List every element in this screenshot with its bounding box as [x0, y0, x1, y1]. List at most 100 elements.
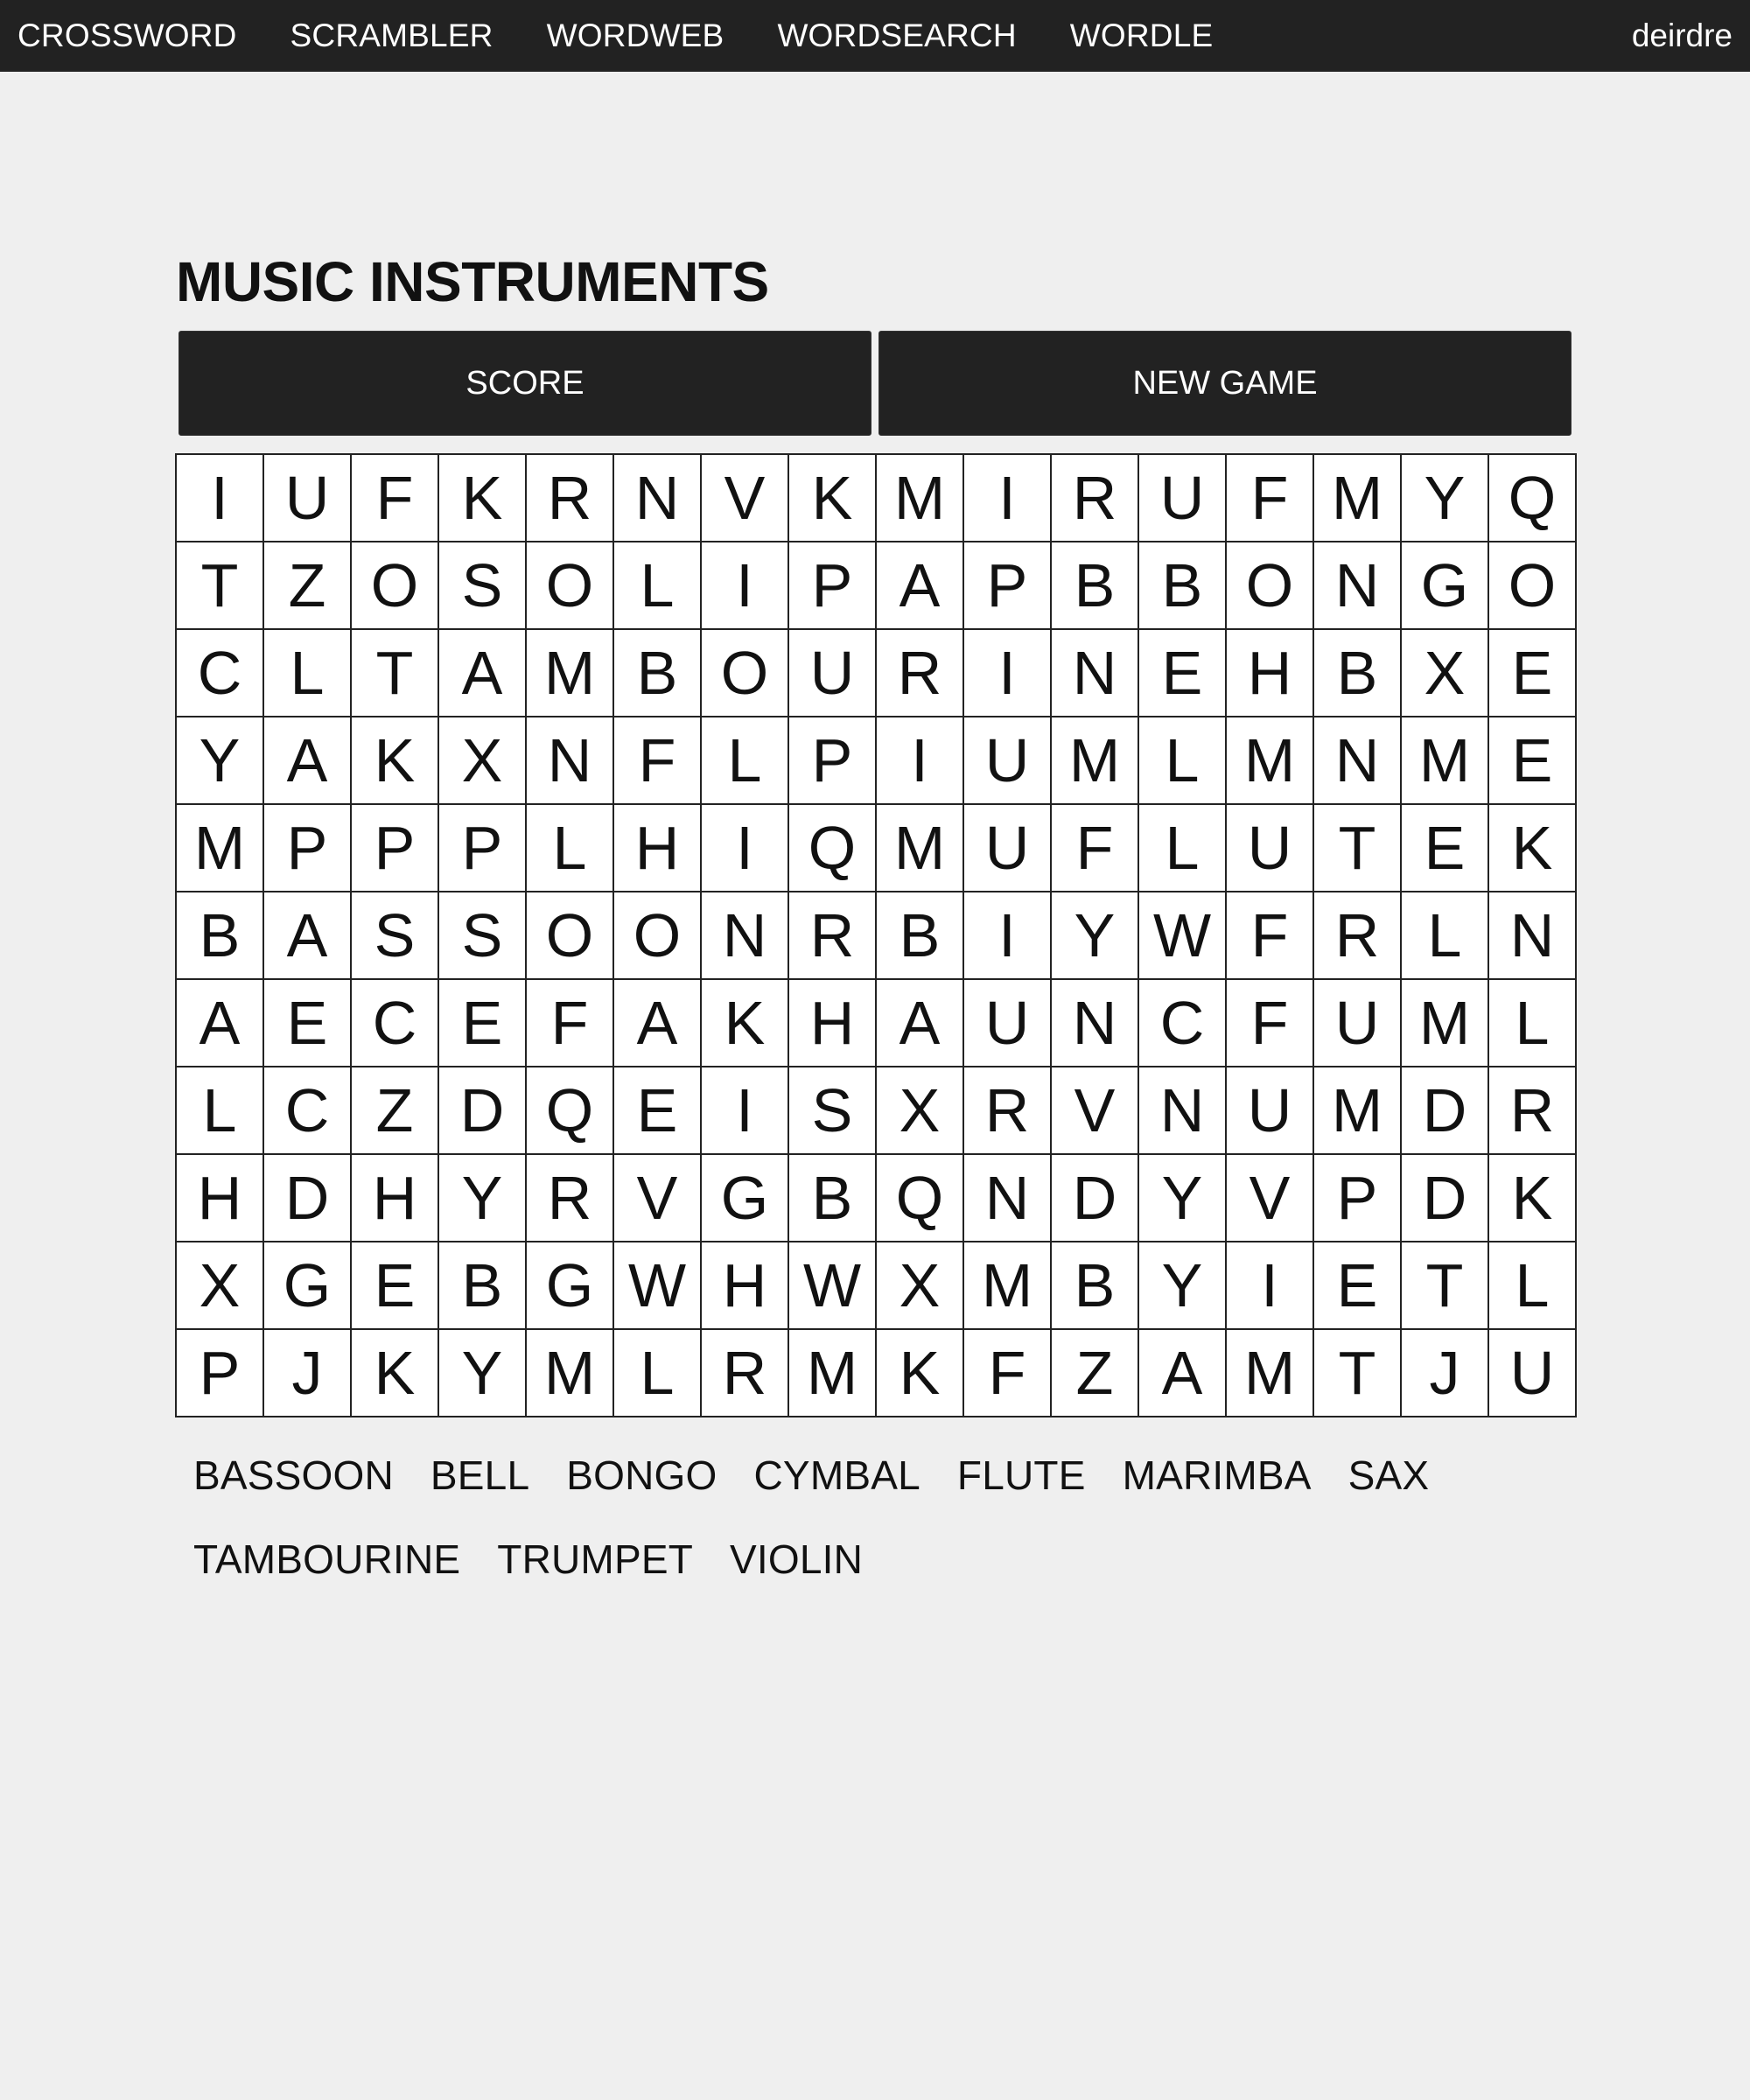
grid-cell[interactable]: O [527, 542, 614, 630]
grid-cell[interactable]: F [352, 455, 439, 542]
grid-cell[interactable]: M [964, 1242, 1052, 1330]
grid-cell[interactable]: P [264, 805, 352, 892]
grid-cell[interactable]: M [1402, 718, 1489, 805]
grid-cell[interactable]: B [1052, 542, 1139, 630]
grid-cell[interactable]: D [1402, 1068, 1489, 1155]
grid-cell[interactable]: R [527, 1155, 614, 1242]
grid-cell[interactable]: M [1227, 1330, 1314, 1418]
grid-cell[interactable]: U [789, 630, 877, 718]
grid-cell[interactable]: K [352, 1330, 439, 1418]
grid-cell[interactable]: V [614, 1155, 702, 1242]
grid-cell[interactable]: M [1402, 980, 1489, 1068]
grid-cell[interactable]: S [439, 892, 527, 980]
grid-cell[interactable]: U [964, 980, 1052, 1068]
grid-cell[interactable]: U [1139, 455, 1227, 542]
grid-cell[interactable]: R [964, 1068, 1052, 1155]
grid-cell[interactable]: R [1489, 1068, 1577, 1155]
grid-cell[interactable]: I [964, 455, 1052, 542]
grid-cell[interactable]: I [702, 1068, 789, 1155]
grid-cell[interactable]: L [527, 805, 614, 892]
grid-cell[interactable]: O [614, 892, 702, 980]
grid-cell[interactable]: F [964, 1330, 1052, 1418]
grid-cell[interactable]: E [1402, 805, 1489, 892]
grid-cell[interactable]: F [614, 718, 702, 805]
grid-cell[interactable]: P [439, 805, 527, 892]
grid-cell[interactable]: O [1227, 542, 1314, 630]
grid-cell[interactable]: L [1139, 718, 1227, 805]
grid-cell[interactable]: R [789, 892, 877, 980]
grid-cell[interactable]: W [1139, 892, 1227, 980]
grid-cell[interactable]: M [1052, 718, 1139, 805]
grid-cell[interactable]: D [1052, 1155, 1139, 1242]
grid-cell[interactable]: V [702, 455, 789, 542]
grid-cell[interactable]: Y [1139, 1155, 1227, 1242]
grid-cell[interactable]: S [789, 1068, 877, 1155]
grid-cell[interactable]: N [1139, 1068, 1227, 1155]
grid-cell[interactable]: M [1314, 1068, 1402, 1155]
grid-cell[interactable]: D [439, 1068, 527, 1155]
grid-cell[interactable]: M [177, 805, 264, 892]
grid-cell[interactable]: Q [877, 1155, 964, 1242]
grid-cell[interactable]: I [177, 455, 264, 542]
grid-cell[interactable]: A [877, 542, 964, 630]
grid-cell[interactable]: I [964, 892, 1052, 980]
grid-cell[interactable]: E [614, 1068, 702, 1155]
grid-cell[interactable]: H [614, 805, 702, 892]
grid-cell[interactable]: R [527, 455, 614, 542]
grid-cell[interactable]: N [964, 1155, 1052, 1242]
grid-cell[interactable]: K [702, 980, 789, 1068]
grid-cell[interactable]: Y [439, 1330, 527, 1418]
nav-link-crossword[interactable]: CROSSWORD [18, 18, 237, 54]
grid-cell[interactable]: K [789, 455, 877, 542]
grid-cell[interactable]: Z [264, 542, 352, 630]
grid-cell[interactable]: O [702, 630, 789, 718]
grid-cell[interactable]: N [1314, 718, 1402, 805]
grid-cell[interactable]: B [439, 1242, 527, 1330]
grid-cell[interactable]: L [1139, 805, 1227, 892]
grid-cell[interactable]: F [527, 980, 614, 1068]
grid-cell[interactable]: E [1139, 630, 1227, 718]
grid-cell[interactable]: U [964, 718, 1052, 805]
grid-cell[interactable]: F [1227, 980, 1314, 1068]
grid-cell[interactable]: N [1052, 630, 1139, 718]
grid-cell[interactable]: Y [1402, 455, 1489, 542]
grid-cell[interactable]: P [789, 718, 877, 805]
grid-cell[interactable]: L [264, 630, 352, 718]
grid-cell[interactable]: L [702, 718, 789, 805]
grid-cell[interactable]: M [789, 1330, 877, 1418]
grid-cell[interactable]: D [1402, 1155, 1489, 1242]
nav-link-wordle[interactable]: WORDLE [1070, 18, 1214, 54]
grid-cell[interactable]: N [1052, 980, 1139, 1068]
grid-cell[interactable]: V [1052, 1068, 1139, 1155]
grid-cell[interactable]: F [1052, 805, 1139, 892]
grid-cell[interactable]: P [352, 805, 439, 892]
grid-cell[interactable]: N [1314, 542, 1402, 630]
grid-cell[interactable]: R [1052, 455, 1139, 542]
grid-cell[interactable]: Y [177, 718, 264, 805]
grid-cell[interactable]: B [877, 892, 964, 980]
grid-cell[interactable]: R [702, 1330, 789, 1418]
grid-cell[interactable]: M [1314, 455, 1402, 542]
grid-cell[interactable]: A [1139, 1330, 1227, 1418]
grid-cell[interactable]: F [1227, 455, 1314, 542]
grid-cell[interactable]: A [264, 718, 352, 805]
grid-cell[interactable]: I [1227, 1242, 1314, 1330]
grid-cell[interactable]: P [1314, 1155, 1402, 1242]
grid-cell[interactable]: B [1314, 630, 1402, 718]
grid-cell[interactable]: Q [1489, 455, 1577, 542]
grid-cell[interactable]: K [1489, 1155, 1577, 1242]
grid-cell[interactable]: M [877, 805, 964, 892]
grid-cell[interactable]: A [439, 630, 527, 718]
grid-cell[interactable]: X [877, 1242, 964, 1330]
grid-cell[interactable]: T [177, 542, 264, 630]
grid-cell[interactable]: W [614, 1242, 702, 1330]
grid-cell[interactable]: K [1489, 805, 1577, 892]
grid-cell[interactable]: T [1314, 805, 1402, 892]
grid-cell[interactable]: X [439, 718, 527, 805]
grid-cell[interactable]: L [614, 542, 702, 630]
grid-cell[interactable]: O [527, 892, 614, 980]
grid-cell[interactable]: E [264, 980, 352, 1068]
grid-cell[interactable]: G [702, 1155, 789, 1242]
grid-cell[interactable]: L [177, 1068, 264, 1155]
grid-cell[interactable]: B [1052, 1242, 1139, 1330]
